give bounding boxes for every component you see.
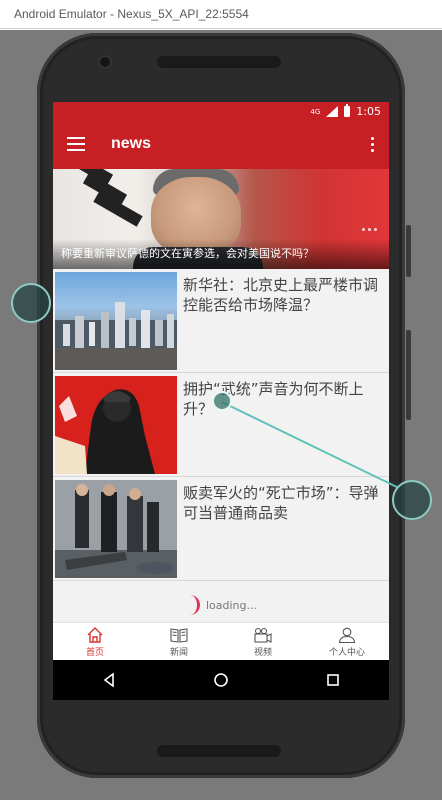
touch-indicator — [212, 391, 232, 411]
front-camera-icon — [100, 57, 110, 67]
volume-button[interactable] — [406, 225, 411, 277]
system-navigation-bar — [53, 660, 389, 700]
recents-icon[interactable] — [326, 673, 340, 687]
news-thumbnail — [55, 480, 177, 578]
home-icon — [87, 626, 103, 643]
video-camera-icon — [254, 627, 272, 643]
status-bar: 4G 1:05 — [53, 102, 389, 123]
power-button[interactable] — [406, 330, 411, 420]
emulator-title-bar: Android Emulator - Nexus_5X_API_22:5554 — [0, 0, 442, 29]
newspaper-icon — [170, 627, 188, 643]
tab-profile[interactable]: 个人中心 — [305, 623, 389, 661]
news-item[interactable]: 新华社：北京史上最严楼市调控能否给市场降温？ — [53, 271, 389, 373]
emulator-title: Android Emulator - Nexus_5X_API_22:5554 — [14, 7, 249, 21]
tab-home[interactable]: 首页 — [53, 623, 137, 661]
news-headline: 新华社：北京史上最严楼市调控能否给市场降温？ — [183, 276, 379, 314]
tab-home-label: 首页 — [85, 647, 104, 658]
spinner-icon — [185, 595, 200, 615]
touch-indicator — [392, 480, 432, 520]
carousel-indicator — [362, 228, 377, 231]
status-time: 1:05 — [356, 105, 381, 118]
top-speaker — [157, 56, 281, 68]
app-bar: news — [53, 123, 389, 169]
touch-indicator — [11, 283, 51, 323]
loading-text: loading... — [205, 598, 257, 612]
tab-news-label: 新闻 — [169, 647, 188, 658]
app-title: news — [111, 135, 152, 152]
tab-video-label: 视频 — [253, 647, 272, 658]
network-type: 4G — [310, 107, 321, 116]
news-headline: 贩卖军火的“死亡市场”：导弹可当普通商品卖 — [183, 484, 379, 522]
home-circle-icon[interactable] — [213, 672, 229, 688]
signal-icon — [326, 106, 339, 117]
bottom-navigation: 首页 新闻 视频 个人中心 — [53, 622, 389, 661]
hamburger-icon[interactable] — [67, 137, 85, 151]
battery-icon — [344, 104, 351, 117]
banner-caption: 称要重新审议萨德的文在寅参选，会对美国说不吗？ — [53, 239, 389, 269]
news-thumbnail — [55, 376, 177, 474]
news-item[interactable]: 贩卖军火的“死亡市场”：导弹可当普通商品卖 — [53, 479, 389, 581]
tab-video[interactable]: 视频 — [221, 623, 305, 661]
news-list: 新华社：北京史上最严楼市调控能否给市场降温？ 拥护“武统”声音为何不断上升？ 贩… — [53, 271, 389, 583]
tab-news[interactable]: 新闻 — [137, 623, 221, 661]
bottom-speaker — [157, 745, 281, 757]
loading-indicator: loading... — [53, 590, 389, 620]
tab-profile-label: 个人中心 — [328, 647, 365, 658]
person-icon — [338, 627, 356, 643]
more-vert-icon[interactable] — [371, 137, 375, 153]
back-icon[interactable] — [102, 673, 116, 687]
banner-carousel[interactable]: 称要重新审议萨德的文在寅参选，会对美国说不吗？ — [53, 169, 389, 269]
news-thumbnail — [55, 272, 177, 370]
